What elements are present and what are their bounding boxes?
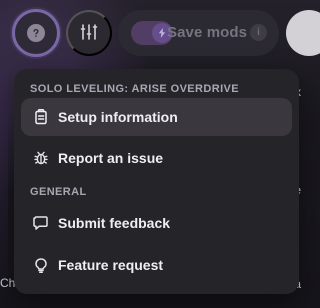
menu-item-label: Submit feedback — [58, 215, 171, 231]
mod-settings-button[interactable] — [66, 10, 112, 56]
menu-item-report-an-issue[interactable]: Report an issue — [21, 139, 292, 177]
clipboard-icon — [32, 108, 50, 126]
section-title-solo-leveling: SOLO LEVELING: ARISE OVERDRIVE — [30, 83, 240, 95]
menu-item-submit-feedback[interactable]: Submit feedback — [21, 204, 292, 242]
save-mods-label: Save mods — [167, 24, 248, 41]
profile-button[interactable] — [286, 10, 320, 56]
help-button[interactable] — [12, 9, 60, 57]
menu-item-feature-request[interactable]: Feature request — [21, 246, 292, 284]
top-toolbar: Save mods i — [0, 0, 320, 68]
menu-item-setup-information[interactable]: Setup information — [21, 98, 292, 136]
menu-item-label: Report an issue — [58, 150, 164, 166]
bug-icon — [32, 149, 50, 167]
lightbulb-icon — [32, 256, 50, 274]
help-menu: SOLO LEVELING: ARISE OVERDRIVE Setup inf… — [14, 69, 299, 294]
message-square-icon — [32, 214, 50, 232]
menu-item-label: Setup information — [58, 109, 178, 125]
section-title-general: GENERAL — [30, 186, 87, 198]
sliders-icon — [79, 22, 99, 45]
menu-item-label: Feature request — [58, 257, 164, 273]
background-edge-strip — [0, 68, 8, 308]
question-mark-icon — [27, 24, 45, 42]
info-icon[interactable]: i — [250, 24, 267, 41]
save-mods-control[interactable]: Save mods i — [118, 10, 279, 56]
